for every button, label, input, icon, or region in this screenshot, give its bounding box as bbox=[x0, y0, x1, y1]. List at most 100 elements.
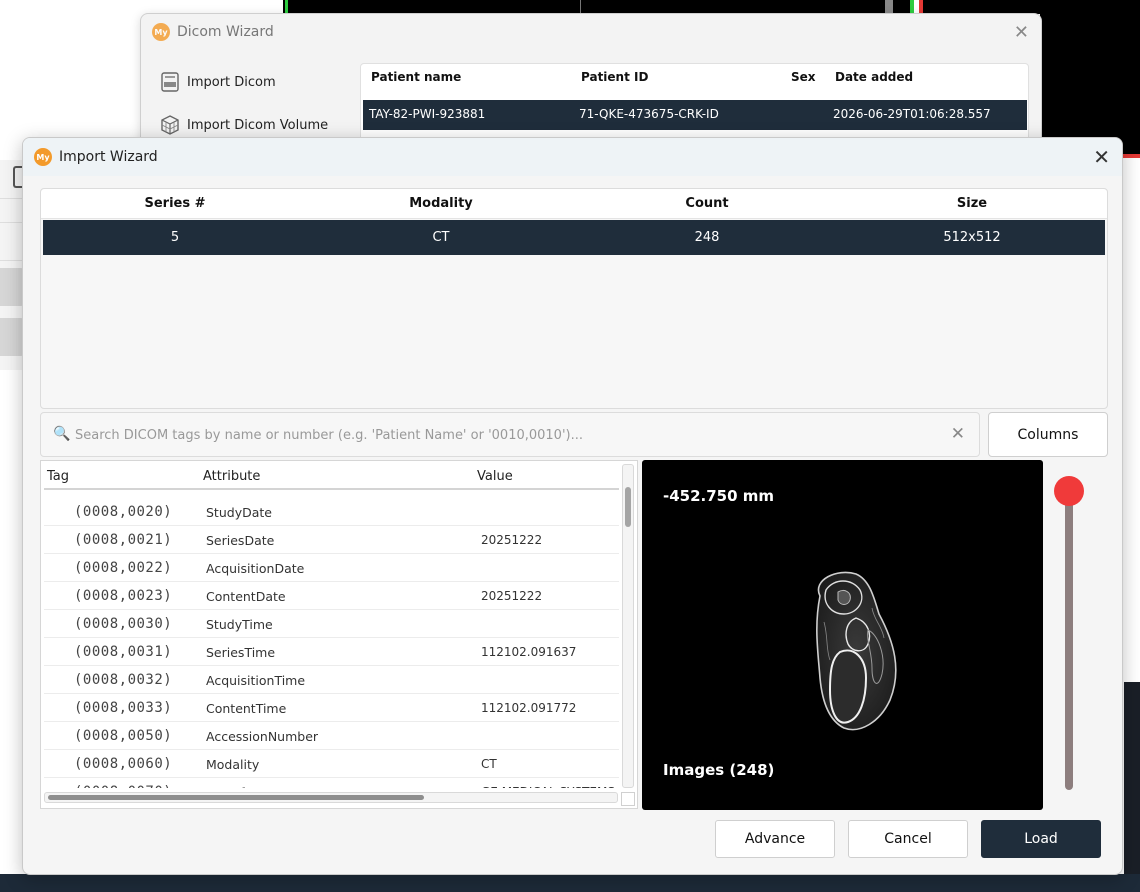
image-preview[interactable]: -452.750 mm Images (248) bbox=[642, 460, 1043, 810]
column-header-size[interactable]: Size bbox=[957, 196, 987, 211]
load-button[interactable]: Load bbox=[981, 820, 1101, 858]
app-logo-icon: My bbox=[152, 23, 170, 41]
cell-tag: (0008,0070) bbox=[74, 784, 172, 788]
cell-tag: (0008,0032) bbox=[74, 672, 173, 688]
nav-label: Import Dicom bbox=[187, 74, 276, 90]
column-header-tag[interactable]: Tag bbox=[47, 469, 69, 484]
cell-tag: (0008,0060) bbox=[74, 756, 173, 772]
table-row[interactable]: (0008,0032) AcquisitionTime bbox=[44, 666, 619, 694]
column-header-sex[interactable]: Sex bbox=[791, 70, 816, 84]
cell-attribute: SeriesDate bbox=[206, 533, 275, 548]
table-body: (0008,0020) StudyDate (0008,0021) SeriesDat… bbox=[44, 498, 619, 788]
cancel-button[interactable]: Cancel bbox=[848, 820, 968, 858]
cell-value: 112102.091637 bbox=[481, 645, 577, 659]
cell-tag: (0008,0033) bbox=[74, 700, 173, 716]
cell-tag: (0008,0023) bbox=[74, 588, 173, 604]
cell-attribute: Modality bbox=[206, 757, 260, 772]
column-header-series[interactable]: Series # bbox=[144, 196, 205, 211]
cell-count: 248 bbox=[694, 230, 720, 245]
vertical-scrollbar[interactable] bbox=[622, 464, 634, 788]
slice-slider[interactable] bbox=[1054, 476, 1084, 796]
window-title: Import Wizard bbox=[59, 149, 158, 165]
cell-attribute: StudyTime bbox=[206, 617, 273, 632]
cell-attribute: AcquisitionTime bbox=[206, 673, 306, 688]
cell-tag: (0008,0050) bbox=[74, 728, 173, 744]
cell-attribute: StudyDate bbox=[206, 505, 272, 520]
nav-import-dicom[interactable]: Import Dicom bbox=[159, 71, 276, 93]
search-box: 🔍 ✕ bbox=[40, 412, 980, 457]
cell-attribute: AccessionNumber bbox=[206, 729, 319, 744]
cell-series: 5 bbox=[170, 230, 180, 245]
table-row[interactable]: TAY-82-PWI-923881 71-QKE-473675-CRK-ID 2… bbox=[363, 100, 1027, 130]
background-viewport-strip bbox=[283, 0, 1140, 14]
cell-value: 20251222 bbox=[481, 533, 543, 547]
title-bar[interactable]: My Import Wizard ✕ bbox=[23, 138, 1122, 176]
close-icon[interactable]: ✕ bbox=[1093, 145, 1110, 169]
cell-patient-name: TAY-82-PWI-923881 bbox=[369, 107, 486, 121]
table-row[interactable]: (0008,0021) SeriesDate 20251222 bbox=[44, 526, 619, 554]
column-header-modality[interactable]: Modality bbox=[409, 196, 473, 211]
scrollbar-thumb[interactable] bbox=[48, 795, 424, 800]
column-header-date-added[interactable]: Date added bbox=[835, 70, 913, 84]
background-viewport-marker bbox=[1122, 154, 1140, 158]
nav-import-dicom-volume[interactable]: Import Dicom Volume bbox=[159, 114, 328, 136]
series-table: Series # Modality Count Size 5 CT 248 51… bbox=[40, 188, 1108, 409]
cell-size: 512x512 bbox=[943, 230, 1001, 245]
table-row[interactable]: (0008,0020) StudyDate bbox=[44, 498, 619, 526]
table-row[interactable]: (0008,0050) AccessionNumber bbox=[44, 722, 619, 750]
search-input[interactable] bbox=[75, 422, 935, 448]
columns-button[interactable]: Columns bbox=[988, 412, 1108, 457]
ct-slice-image bbox=[816, 571, 897, 731]
background-sidebar-button[interactable] bbox=[0, 318, 24, 356]
table-row[interactable]: 5 CT 248 512x512 bbox=[43, 220, 1105, 255]
dicom-tag-table: Tag Attribute Value (0008,0020) StudyDate… bbox=[40, 460, 638, 809]
background-sidebar bbox=[0, 160, 24, 370]
table-row[interactable]: (0008,0070) Manufacturer GE MEDICAL SYSTEM… bbox=[44, 778, 619, 788]
cell-attribute: ContentTime bbox=[206, 701, 287, 716]
table-row[interactable]: (0008,0022) AcquisitionDate bbox=[44, 554, 619, 582]
background-sidebar-button[interactable] bbox=[0, 268, 24, 306]
search-icon: 🔍 bbox=[53, 426, 71, 442]
cell-value: CT bbox=[481, 757, 497, 771]
nav-label: Import Dicom Volume bbox=[187, 117, 329, 133]
background-viewport bbox=[1040, 14, 1140, 156]
scrollbar-corner bbox=[621, 792, 635, 806]
import-wizard-window: My Import Wizard ✕ Series # Modality Cou… bbox=[22, 137, 1123, 875]
cell-attribute: SeriesTime bbox=[206, 645, 276, 660]
cube-icon bbox=[161, 115, 179, 135]
table-header: Series # Modality Count Size bbox=[41, 189, 1107, 219]
cell-value: GE MEDICAL SYSTEMS bbox=[481, 785, 615, 788]
cell-patient-id: 71-QKE-473675-CRK-ID bbox=[579, 107, 719, 121]
table-row[interactable]: (0008,0033) ContentTime 112102.091772 bbox=[44, 694, 619, 722]
background-panel bbox=[1124, 682, 1140, 882]
cell-attribute: ContentDate bbox=[206, 589, 286, 604]
table-row[interactable]: (0008,0030) StudyTime bbox=[44, 610, 619, 638]
cell-attribute: AcquisitionDate bbox=[206, 561, 305, 576]
cell-tag: (0008,0020) bbox=[74, 504, 173, 520]
table-row[interactable]: (0008,0023) ContentDate 20251222 bbox=[44, 582, 619, 610]
slider-knob[interactable] bbox=[1054, 476, 1084, 506]
dicom-wizard-title: Dicom Wizard bbox=[177, 24, 274, 40]
horizontal-scrollbar[interactable] bbox=[44, 792, 618, 803]
cell-tag: (0008,0031) bbox=[74, 644, 173, 660]
scrollbar-thumb[interactable] bbox=[625, 487, 631, 527]
advance-button[interactable]: Advance bbox=[715, 820, 835, 858]
close-icon[interactable]: ✕ bbox=[1014, 22, 1029, 43]
clear-search-icon[interactable]: ✕ bbox=[951, 424, 965, 444]
column-header-attribute[interactable]: Attribute bbox=[203, 469, 260, 484]
cell-tag: (0008,0021) bbox=[74, 532, 173, 548]
column-header-patient-id[interactable]: Patient ID bbox=[581, 70, 648, 84]
cell-value: 112102.091772 bbox=[481, 701, 577, 715]
slice-position-label: -452.750 mm bbox=[663, 487, 775, 505]
images-count-label: Images (248) bbox=[663, 761, 775, 779]
dicom-file-icon bbox=[161, 72, 179, 92]
table-row[interactable]: (0008,0031) SeriesTime 112102.091637 bbox=[44, 638, 619, 666]
cell-value: 20251222 bbox=[481, 589, 543, 603]
table-row[interactable]: (0008,0060) Modality CT bbox=[44, 750, 619, 778]
table-header: Tag Attribute Value bbox=[44, 464, 619, 490]
column-header-patient-name[interactable]: Patient name bbox=[371, 70, 461, 84]
slider-track[interactable] bbox=[1065, 490, 1073, 790]
column-header-count[interactable]: Count bbox=[685, 196, 728, 211]
column-header-value[interactable]: Value bbox=[477, 469, 513, 484]
cell-date-added: 2026-06-29T01:06:28.557 bbox=[833, 107, 991, 121]
